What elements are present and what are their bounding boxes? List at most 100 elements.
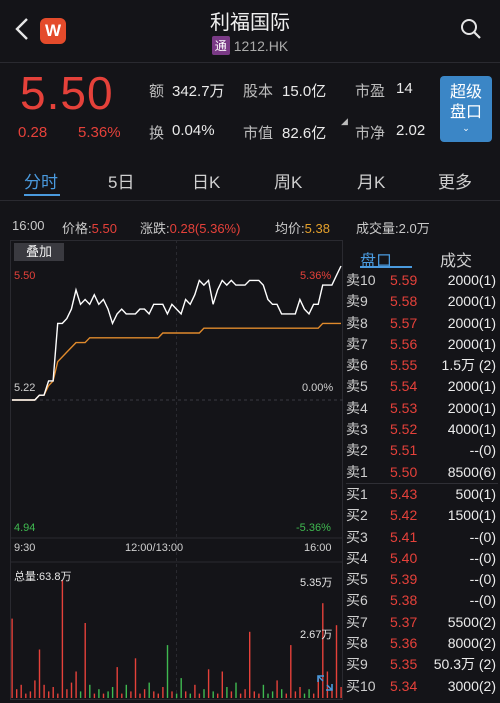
tab-intraday[interactable]: 分时 [24,168,58,193]
orderbook-row[interactable]: 卖9 5.58 2000(1) [346,291,498,312]
orderbook-price: 5.37 [390,613,418,630]
orderbook-price: 5.53 [390,399,418,416]
orderbook-side-label: 买5 [346,571,368,588]
orderbook-volume: 5500(2) [447,613,496,630]
info-avg-value: 5.38 [304,221,330,236]
volume-bar [89,684,91,698]
tab-5day[interactable]: 5日 [108,168,134,193]
orderbook-side-label: 卖1 [346,463,368,480]
info-change: 涨跌:0.28(5.36%) [140,218,240,237]
orderbook-row[interactable]: 买7 5.37 5500(2) [346,612,498,633]
orderbook-volume: 8500(6) [447,463,496,480]
orderbook-side-label: 买1 [346,485,368,502]
pb-label: 市净 [355,125,386,142]
orderbook-volume: 50.3万 (2) [433,656,496,673]
orderbook-row[interactable]: 卖10 5.59 2000(1) [346,270,498,291]
orderbook-side-label: 卖9 [346,293,368,310]
volume-bar [207,669,210,698]
overlay-button[interactable]: 叠加 [14,243,64,261]
orderbook-volume: 2000(1) [447,314,496,331]
expand-icon[interactable] [316,674,334,692]
orderbook-price: 5.41 [390,528,418,545]
orderbook-row[interactable]: 买9 5.35 50.3万 (2) [346,654,498,675]
volume-bar [29,691,32,698]
orderbook-row[interactable]: 买4 5.40 --(0) [346,548,498,569]
volume-bar [52,687,54,698]
super-button-line1: 超级 [449,84,482,101]
volume-bar [134,658,137,698]
orderbook-row[interactable]: 买1 5.43 500(1) [346,482,498,505]
volume-bar [20,684,22,698]
orderbook-row[interactable]: 卖3 5.52 4000(1) [346,419,498,440]
orderbook-price: 5.35 [390,656,418,673]
super-orderbook-button[interactable]: 超级 盘口 ⌄ [440,76,492,142]
orderbook-row[interactable]: 卖2 5.51 --(0) [346,440,498,461]
amount-value: 342.7万 [172,83,225,100]
stock-code-row: 通 1212.HK [0,36,500,55]
volume-bar [98,689,100,698]
info-change-value: 0.28(5.36%) [169,221,241,236]
orderbook-price: 5.40 [390,549,418,566]
orderbook-price: 5.42 [390,507,418,524]
orderbook-side-label: 买8 [346,635,368,652]
volume-bar [153,691,155,698]
orderbook-price: 5.39 [390,571,418,588]
turnover-label: 换 [149,125,165,142]
orderbook-volume: 1500(1) [447,507,496,524]
turnover-value: 0.04% [172,122,215,139]
orderbook-row[interactable]: 卖5 5.54 2000(1) [346,376,498,397]
x-axis-close: 16:00 [304,542,332,554]
orderbook-volume: 2000(1) [447,335,496,352]
orderbook-price: 5.58 [390,293,418,310]
volume-bar [70,682,73,698]
y-axis-low-pct: -5.36% [296,522,331,534]
orderbook-row[interactable]: 买2 5.42 1500(1) [346,505,498,526]
tab-weekly-k[interactable]: 周K [274,168,302,193]
tab-daily-k[interactable]: 日K [192,168,220,193]
y-axis-high-pct: 5.36% [300,270,332,282]
orderbook-price: 5.59 [390,272,418,288]
orderbook-row[interactable]: 卖8 5.57 2000(1) [346,313,498,334]
info-avg: 均价:5.38 [275,218,330,237]
intraday-chart[interactable] [10,240,343,700]
orderbook-price: 5.34 [390,677,418,694]
shares-label: 股本 [243,83,274,100]
volume-bar [299,687,301,698]
volume-bar [285,693,287,698]
volume-bar [267,693,269,698]
volume-bar [262,684,265,698]
tab-more[interactable]: 更多 [438,168,472,193]
orderbook-volume: 2000(1) [447,272,496,288]
orderbook-row[interactable]: 卖6 5.55 1.5万 (2) [346,355,498,376]
volume-bar [271,691,274,698]
volume-bar [226,687,228,698]
orderbook-volume: 500(1) [455,485,496,502]
orderbook-row[interactable]: 买5 5.39 --(0) [346,569,498,590]
stock-name: 利福国际 [210,12,290,34]
tab-monthly-k[interactable]: 月K [357,168,385,193]
volume-bar [25,693,27,698]
tabs-divider [0,200,500,201]
orderbook-side-label: 买3 [346,528,368,545]
pb-value: 2.02 [396,122,426,139]
orderbook-side-label: 买7 [346,613,368,630]
volume-bar [276,680,278,698]
orderbook-row[interactable]: 卖4 5.53 2000(1) [346,398,498,419]
tab-trades[interactable]: 成交 [440,247,472,271]
volume-bar [249,631,251,698]
orderbook-row[interactable]: 买6 5.38 --(0) [346,590,498,611]
info-change-label: 涨跌: [140,221,170,236]
orderbook-row[interactable]: 买10 5.34 3000(2) [346,676,498,697]
orderbook-row[interactable]: 买8 5.36 8000(2) [346,633,498,654]
search-icon[interactable] [460,18,482,40]
orderbook-side-label: 卖10 [346,272,376,288]
volume-bar [194,684,196,698]
y-axis-high: 5.50 [14,270,36,282]
orderbook-row[interactable]: 买3 5.41 --(0) [346,527,498,548]
volume-bar [244,689,246,698]
orderbook-price: 5.52 [390,421,418,438]
orderbook-row[interactable]: 卖1 5.50 8500(6) [346,462,498,483]
volume-bar [139,693,141,698]
volume-bar [313,693,315,698]
orderbook-row[interactable]: 卖7 5.56 2000(1) [346,334,498,355]
